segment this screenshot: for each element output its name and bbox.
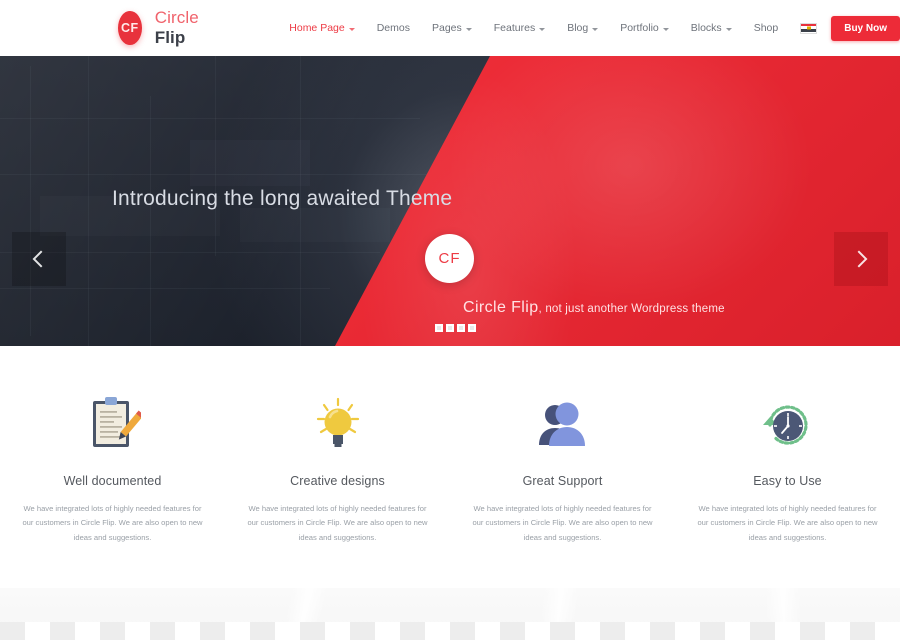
feature-description: We have integrated lots of highly needed… [472, 504, 653, 542]
bottom-checker-pattern [0, 622, 900, 640]
nav-item-pages[interactable]: Pages [421, 16, 483, 40]
egypt-flag-icon[interactable] [800, 22, 818, 34]
nav-item-portfolio[interactable]: Portfolio [609, 16, 680, 40]
brand-name-part2: Flip [154, 28, 186, 47]
feature-title: Great Support [522, 474, 603, 488]
nav-label: Demos [376, 22, 410, 34]
feature-card-easy-to-use: Easy to Use We have integrated lots of h… [675, 390, 900, 588]
nav-item-home-page[interactable]: Home Page [278, 16, 365, 40]
nav-label: Portfolio [620, 22, 659, 34]
clipboard-pencil-icon [16, 390, 209, 460]
feature-title: Well documented [63, 474, 162, 488]
hero-dot-1[interactable] [435, 324, 443, 332]
nav-label: Blog [567, 22, 589, 34]
hero-dot-4[interactable] [468, 324, 476, 332]
brand-name-part1: Circle [154, 8, 199, 27]
chevron-down-icon [592, 27, 599, 31]
nav-label: Home Page [289, 22, 345, 34]
feature-description: We have integrated lots of highly needed… [247, 504, 428, 542]
site-header: CF Circle Flip Home Page Demos Pages Fea… [0, 0, 900, 56]
main-navigation: Home Page Demos Pages Features Blog Port… [278, 15, 900, 41]
nav-item-shop[interactable]: Shop [743, 16, 790, 40]
brand-name: Circle Flip [155, 8, 211, 48]
hero-slider: Introducing the long awaited Theme CF Ci… [0, 56, 900, 346]
chevron-down-icon [662, 27, 669, 31]
nav-label: Pages [431, 22, 462, 34]
hero-next-button[interactable] [834, 232, 888, 286]
brand-logo[interactable]: CF Circle Flip [118, 8, 210, 48]
nav-item-blocks[interactable]: Blocks [680, 16, 743, 40]
hero-subtitle-brand: Circle Flip [463, 299, 539, 316]
features-section: Well documented We have integrated lots … [0, 346, 900, 588]
feature-card-well-documented: Well documented We have integrated lots … [0, 390, 225, 588]
nav-item-blog[interactable]: Blog [556, 16, 609, 40]
clock-history-icon [691, 390, 884, 460]
hero-dot-3[interactable] [457, 324, 465, 332]
chevron-down-icon [725, 27, 732, 31]
nav-item-features[interactable]: Features [483, 16, 556, 40]
logo-initials: CF [121, 21, 139, 35]
feature-description: We have integrated lots of highly needed… [697, 504, 878, 542]
chevron-left-icon [32, 250, 50, 268]
nav-label: Blocks [690, 22, 722, 34]
feature-title: Creative designs [290, 474, 385, 488]
hero-subtitle: Circle Flip, not just another Wordpress … [463, 299, 725, 317]
lightbulb-icon [241, 390, 434, 460]
chevron-down-icon [465, 27, 472, 31]
nav-item-demos[interactable]: Demos [366, 16, 421, 40]
hero-prev-button[interactable] [12, 232, 66, 286]
feature-description: We have integrated lots of highly needed… [22, 504, 203, 542]
hero-badge-text: CF [438, 250, 461, 267]
feature-card-great-support: Great Support We have integrated lots of… [450, 390, 675, 588]
hero-pagination [435, 324, 476, 332]
users-icon [466, 390, 659, 460]
buy-now-button[interactable]: Buy Now [831, 15, 900, 41]
feature-title: Easy to Use [753, 474, 822, 488]
nav-label: Shop [753, 22, 779, 34]
feature-card-creative-designs: Creative designs We have integrated lots… [225, 390, 450, 588]
hero-badge-icon: CF [425, 234, 474, 283]
nav-label: Features [493, 22, 536, 34]
logo-circle-icon: CF [118, 11, 142, 45]
chevron-down-icon [348, 27, 355, 31]
chevron-right-icon [850, 250, 868, 268]
hero-subtitle-rest: , not just another Wordpress theme [538, 303, 725, 315]
chevron-down-icon [539, 27, 546, 31]
hero-dot-2[interactable] [446, 324, 454, 332]
bottom-section-band [0, 588, 900, 640]
hero-title: Introducing the long awaited Theme [112, 187, 453, 210]
